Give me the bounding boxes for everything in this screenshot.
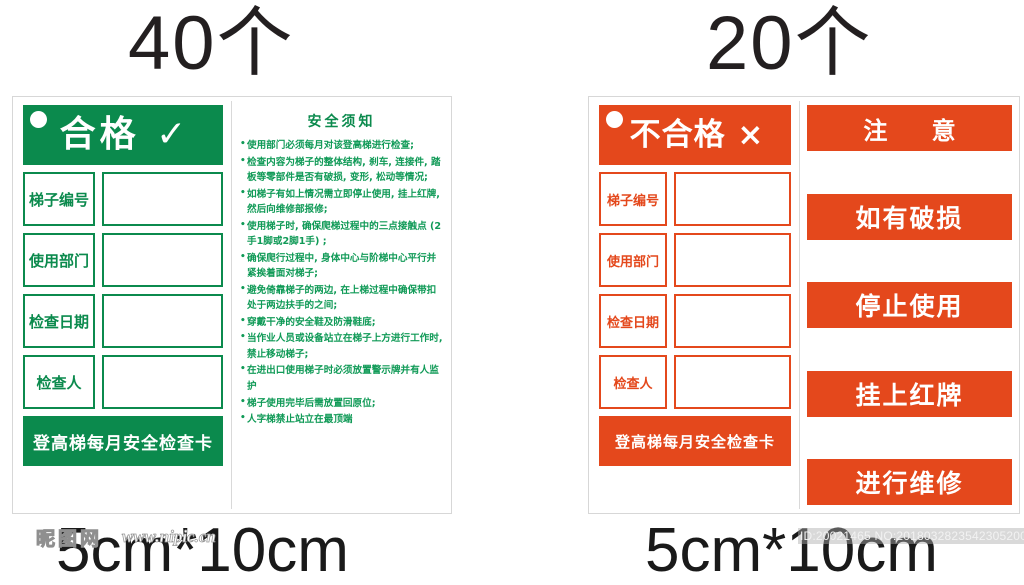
pass-field-label-inspect-date: 检查日期 — [23, 294, 95, 348]
fail-card-warning-column: 注 意 如有破损 停止使用 挂上红牌 进行维修 — [800, 97, 1019, 513]
pass-field-label-inspector: 检查人 — [23, 355, 95, 409]
pass-field-label-department: 使用部门 — [23, 233, 95, 287]
punch-hole-dot-icon — [606, 111, 623, 128]
warning-band-attention: 注 意 — [807, 105, 1012, 151]
list-item: 使用梯子时, 确保爬梯过程中的三点接触点 (2手1脚或2脚1手) ; — [240, 218, 443, 250]
pass-field-input-inspect-date[interactable] — [102, 294, 223, 348]
pass-field-row-inspect-date: 检查日期 — [23, 294, 223, 348]
punch-hole-dot-icon — [30, 111, 47, 128]
pass-field-row-inspector: 检查人 — [23, 355, 223, 409]
fail-field-input-department[interactable] — [674, 233, 791, 287]
list-item: 穿戴干净的安全鞋及防滑鞋底; — [240, 314, 443, 331]
fail-field-input-ladder-no[interactable] — [674, 172, 791, 226]
fail-field-row-inspect-date: 检查日期 — [599, 294, 791, 348]
list-item: 避免倚靠梯子的两边, 在上梯过程中确保带扣处于两边扶手的之间; — [240, 282, 443, 314]
pass-field-input-ladder-no[interactable] — [102, 172, 223, 226]
pass-card-form-column: 合格 ✓ 梯子编号 使用部门 检查日期 检查人 登高梯每月安全检查卡 — [13, 97, 231, 513]
list-item: 在进出口使用梯子时必须放置警示牌并有人监护 — [240, 362, 443, 394]
fail-field-row-inspector: 检查人 — [599, 355, 791, 409]
site-logo-watermark: 昵图网 — [35, 528, 103, 551]
list-item: 当作业人员或设备站立在梯子上方进行工作时, 禁止移动梯子; — [240, 330, 443, 362]
pass-status-banner: 合格 ✓ — [23, 105, 223, 165]
fail-status-banner: 不合格 × — [599, 105, 791, 165]
pass-field-input-department[interactable] — [102, 233, 223, 287]
warning-band-repair: 进行维修 — [807, 459, 1012, 505]
warning-band-hang-red-tag: 挂上红牌 — [807, 370, 1012, 417]
fail-card-form-column: 不合格 × 梯子编号 使用部门 检查日期 检查人 登高梯每月安全检查卡 — [589, 97, 799, 513]
poster-canvas: 40个 20个 合格 ✓ 梯子编号 使用部门 检查日期 检查人 登高梯每月安全检… — [0, 0, 1024, 582]
fail-field-label-ladder-no: 梯子编号 — [599, 172, 667, 226]
list-item: 确保爬行过程中, 身体中心与阶梯中心平行并紧挨着面对梯子; — [240, 250, 443, 282]
pass-card-notice-column: 安全须知 使用部门必须每月对该登高梯进行检查; 检查内容为梯子的整体结构, 刹车… — [232, 97, 451, 513]
pass-card-footer-banner: 登高梯每月安全检查卡 — [23, 416, 223, 466]
fail-field-row-ladder-no: 梯子编号 — [599, 172, 791, 226]
list-item: 检查内容为梯子的整体结构, 刹车, 连接件, 踏板等零部件是否有破损, 变形, … — [240, 154, 443, 186]
safety-notice-title: 安全须知 — [307, 114, 376, 130]
list-item: 人字梯禁止站立在最顶端 — [240, 411, 443, 428]
fail-card-footer-banner: 登高梯每月安全检查卡 — [599, 416, 791, 466]
list-item: 使用部门必须每月对该登高梯进行检查; — [240, 137, 443, 154]
fail-field-input-inspector[interactable] — [674, 355, 791, 409]
fail-inspection-card: 不合格 × 梯子编号 使用部门 检查日期 检查人 登高梯每月安全检查卡 注 意 … — [588, 96, 1020, 514]
fail-field-label-inspect-date: 检查日期 — [599, 294, 667, 348]
pass-status-label: 合格 ✓ — [59, 114, 191, 155]
warning-band-stop-use: 停止使用 — [807, 282, 1012, 328]
safety-notice-list: 使用部门必须每月对该登高梯进行检查; 检查内容为梯子的整体结构, 刹车, 连接件… — [240, 137, 443, 428]
fail-field-input-inspect-date[interactable] — [674, 294, 791, 348]
warning-band-if-damaged: 如有破损 — [807, 193, 1012, 240]
pass-field-label-ladder-no: 梯子编号 — [23, 172, 95, 226]
site-url-watermark: www.nipic.cn — [122, 527, 217, 547]
pass-field-row-department: 使用部门 — [23, 233, 223, 287]
right-count-label: 20个 — [706, 1, 873, 86]
asset-id-watermark: ID:20021465 NO:20180328235423052000 — [798, 528, 1024, 544]
fail-field-label-department: 使用部门 — [599, 233, 667, 287]
pass-field-input-inspector[interactable] — [102, 355, 223, 409]
left-count-label: 40个 — [128, 1, 295, 86]
pass-inspection-card: 合格 ✓ 梯子编号 使用部门 检查日期 检查人 登高梯每月安全检查卡 安全须知 … — [12, 96, 452, 514]
list-item: 梯子使用完毕后需放置回原位; — [240, 395, 443, 412]
list-item: 如梯子有如上情况需立即停止使用, 挂上红牌, 然后向维修部报修; — [240, 186, 443, 218]
fail-status-label: 不合格 × — [629, 116, 765, 153]
pass-field-row-ladder-no: 梯子编号 — [23, 172, 223, 226]
fail-field-row-department: 使用部门 — [599, 233, 791, 287]
fail-field-label-inspector: 检查人 — [599, 355, 667, 409]
